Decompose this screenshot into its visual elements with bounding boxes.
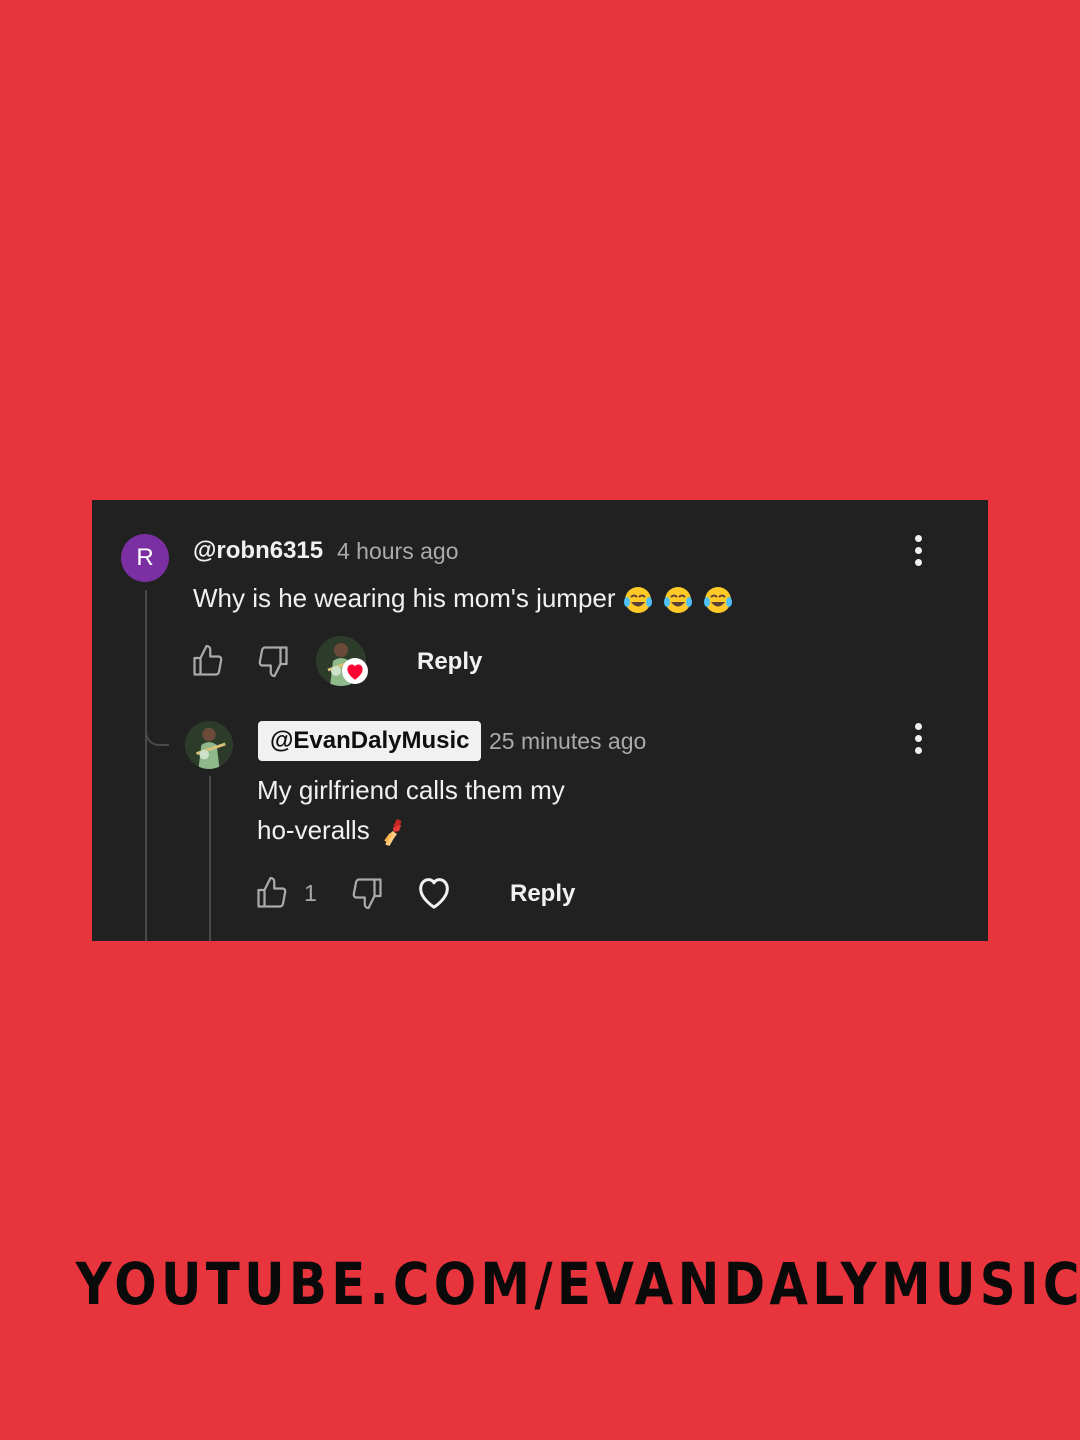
reply-like-count: 1 [304,880,317,906]
creator-channel-chip[interactable]: @EvanDalyMusic [258,721,482,761]
comment-text: Why is he wearing his mom's jumper [193,578,734,618]
avatar-letter: R [136,544,154,571]
reply-more-actions-button[interactable] [906,718,930,758]
comment-username[interactable]: @robn6315 [193,537,323,565]
reply-text-line2-row: ho-veralls [257,810,565,850]
reply-timestamp[interactable]: 25 minutes ago [489,728,646,755]
avatar[interactable]: R [121,534,169,582]
reply-button[interactable]: Reply [417,648,482,676]
heart-button[interactable] [413,873,455,913]
thumbs-down-icon [352,878,382,910]
thread-line-reply [209,776,211,941]
reply-dislike-button[interactable] [349,875,385,911]
thread-line-curve [145,722,169,746]
heart-icon [342,658,368,684]
nail-polish-emoji-icon [383,819,402,846]
creator-heart-badge [316,636,372,692]
tears-of-joy-emoji-icon [663,587,692,614]
reply-reply-button[interactable]: Reply [510,880,575,908]
thumbs-up-icon [193,644,223,676]
comment-timestamp[interactable]: 4 hours ago [337,538,458,565]
tears-of-joy-emoji-icon [623,587,652,614]
heart-outline-icon [419,878,449,909]
tears-of-joy-emoji-icon [703,587,732,614]
comment-more-actions-button[interactable] [906,530,930,570]
comment-body: Why is he wearing his mom's jumper [193,583,616,613]
reply-text-line2: ho-veralls [257,815,370,845]
reply-text-line1: My girlfriend calls them my [257,775,565,805]
reply-text: My girlfriend calls them my ho-veralls [257,770,565,850]
channel-url-banner: YOUTUBE.COM/EVANDALYMUSIC [75,1250,1080,1318]
dislike-button[interactable] [255,643,291,679]
reply-username: @EvanDalyMusic [270,727,470,754]
comment-thread-card: R @robn6315 4 hours ago Why is he wearin… [92,500,988,941]
like-button[interactable] [190,643,226,679]
thread-line-main [145,590,147,941]
thumbs-down-icon [258,646,288,678]
reply-avatar[interactable] [185,721,233,769]
thumbs-up-icon [257,876,287,908]
reply-like-button[interactable] [254,875,290,911]
